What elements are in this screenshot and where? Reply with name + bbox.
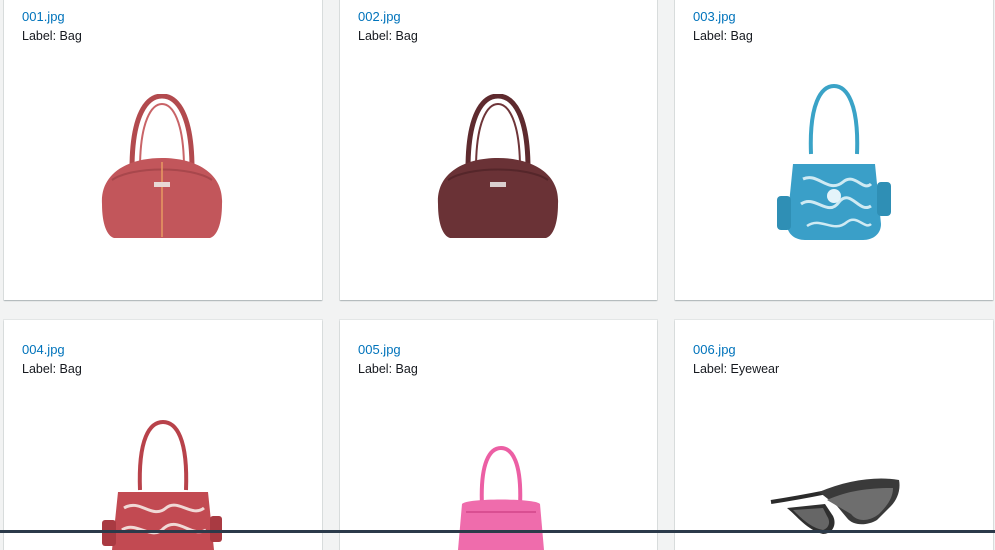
label-text: Label: Bag	[693, 29, 753, 43]
label-text: Label: Bag	[358, 29, 418, 43]
filename-link[interactable]: 002.jpg	[358, 9, 401, 24]
gallery-card-003[interactable]: 003.jpg Label: Bag	[675, 0, 993, 300]
filename-link[interactable]: 003.jpg	[693, 9, 736, 24]
sunglasses-image[interactable]	[767, 476, 907, 536]
gallery-card-004[interactable]: 004.jpg Label: Bag	[4, 320, 322, 550]
filename-link[interactable]: 001.jpg	[22, 9, 65, 24]
filename-link[interactable]: 006.jpg	[693, 342, 736, 357]
gallery-card-002[interactable]: 002.jpg Label: Bag	[340, 0, 657, 300]
filename-link[interactable]: 005.jpg	[358, 342, 401, 357]
filename-link[interactable]: 004.jpg	[22, 342, 65, 357]
gallery-card-006[interactable]: 006.jpg Label: Eyewear	[675, 320, 993, 550]
brown-bag-image[interactable]	[428, 94, 568, 244]
gallery-card-001[interactable]: 001.jpg Label: Bag	[4, 0, 322, 300]
image-gallery-grid: 001.jpg Label: Bag 002.jpg Label: Bag 00…	[0, 0, 995, 550]
gallery-card-005[interactable]: 005.jpg Label: Bag	[340, 320, 657, 550]
pink-bag-image[interactable]	[456, 446, 546, 550]
label-text: Label: Eyewear	[693, 362, 780, 376]
maroon-bag-image[interactable]	[92, 94, 232, 244]
label-text: Label: Bag	[358, 362, 418, 376]
label-text: Label: Bag	[22, 29, 82, 43]
label-text: Label: Bag	[22, 362, 82, 376]
blue-bag-image[interactable]	[773, 84, 895, 244]
